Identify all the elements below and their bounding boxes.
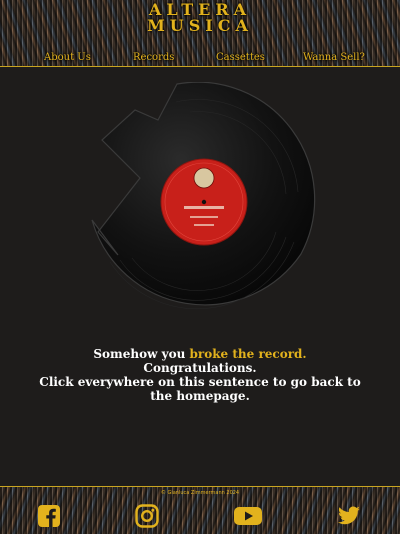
main-nav: About Us Records Cassettes Wanna Sell?	[0, 52, 400, 66]
broken-record-image	[91, 82, 316, 310]
message-highlight: broke the record.	[189, 347, 307, 361]
message-line-1-prefix: Somehow you	[93, 347, 190, 361]
message-line-3: Click everywhere on this sentence to go …	[39, 375, 361, 389]
logo-line-2: MUSICA	[147, 16, 253, 35]
broken-record-message[interactable]: Somehow you broke the record. Congratula…	[0, 347, 400, 403]
facebook-icon[interactable]	[36, 504, 62, 528]
site-logo[interactable]: ALTERA MUSICA	[0, 2, 400, 34]
message-line-1: Somehow you broke the record.	[0, 347, 400, 361]
nav-wanna-sell[interactable]: Wanna Sell?	[303, 52, 365, 63]
instagram-icon[interactable]	[134, 504, 160, 528]
youtube-icon[interactable]	[233, 504, 263, 528]
copyright-text: © Gianluca Zimmermann 2024	[160, 490, 240, 496]
site-footer: © Gianluca Zimmermann 2024	[0, 486, 400, 534]
message-line-4: the homepage.	[150, 389, 250, 403]
message-line-2: Congratulations.	[143, 361, 257, 375]
twitter-icon[interactable]	[336, 504, 362, 528]
nav-cassettes[interactable]: Cassettes	[216, 52, 265, 63]
site-header: ALTERA MUSICA About Us Records Cassettes…	[0, 0, 400, 67]
nav-records[interactable]: Records	[133, 52, 174, 63]
nav-about-us[interactable]: About Us	[44, 52, 91, 63]
